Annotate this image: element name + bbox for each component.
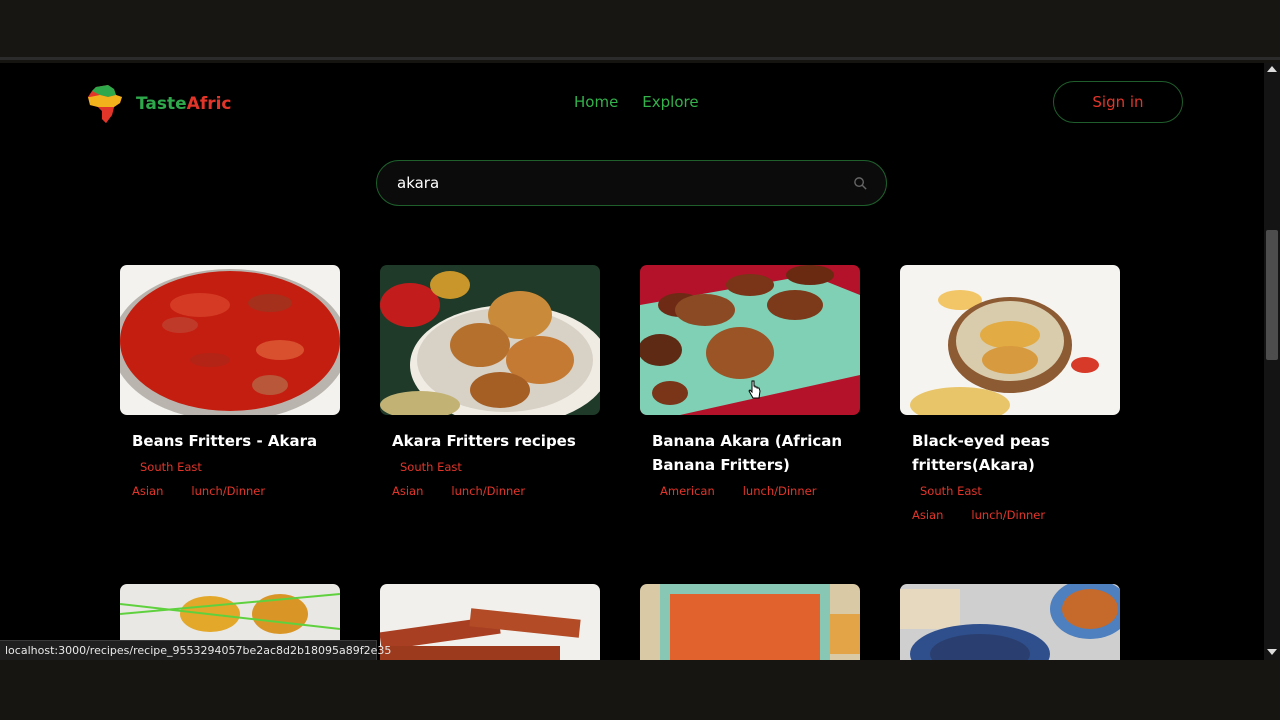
- recipe-card[interactable]: [380, 584, 600, 660]
- main-nav: Home Explore: [574, 93, 699, 111]
- recipe-tags: South East Asian lunch/Dinner: [380, 459, 600, 500]
- scroll-thumb[interactable]: [1266, 230, 1278, 360]
- search-icon[interactable]: [853, 176, 868, 191]
- recipe-cuisine-tag: Asian: [912, 508, 944, 522]
- recipe-region-tag: South East: [400, 460, 462, 474]
- recipe-image[interactable]: [900, 265, 1120, 415]
- recipe-card[interactable]: [900, 584, 1120, 660]
- recipe-region-tag: South East: [920, 484, 982, 498]
- recipe-image[interactable]: [120, 265, 340, 415]
- recipe-image[interactable]: [380, 265, 600, 415]
- recipe-title[interactable]: Akara Fritters recipes: [380, 429, 600, 453]
- window-top-frame: [0, 0, 1280, 60]
- brand-name-part2: Afric: [186, 94, 232, 114]
- recipe-tags: American lunch/Dinner: [640, 483, 860, 500]
- recipe-cuisine-tag: Asian: [392, 484, 424, 498]
- browser-viewport: TasteAfric Home Explore Sign in akara Be…: [0, 63, 1264, 660]
- search-input[interactable]: [397, 174, 837, 192]
- recipe-title[interactable]: Beans Fritters - Akara: [120, 429, 340, 453]
- recipe-card[interactable]: Beans Fritters - Akara South East Asian …: [120, 265, 340, 507]
- recipe-image[interactable]: [900, 584, 1120, 660]
- recipe-card[interactable]: [640, 584, 860, 660]
- recipe-meal-tag: lunch/Dinner: [451, 484, 526, 498]
- recipe-region-tag: South East: [140, 460, 202, 474]
- recipe-card[interactable]: Akara Fritters recipes South East Asian …: [380, 265, 600, 507]
- recipe-cuisine-tag: American: [660, 484, 715, 498]
- recipe-meal-tag: lunch/Dinner: [191, 484, 266, 498]
- recipe-meal-tag: lunch/Dinner: [742, 484, 817, 498]
- brand-name-part1: Taste: [136, 94, 187, 114]
- recipe-cuisine-tag: Asian: [132, 484, 164, 498]
- recipe-image[interactable]: [640, 584, 860, 660]
- nav-explore-link[interactable]: Explore: [642, 93, 698, 111]
- recipe-tags: South East Asian lunch/Dinner: [120, 459, 340, 500]
- recipe-tags: South East Asian lunch/Dinner: [900, 483, 1120, 524]
- search-bar: [376, 160, 887, 206]
- nav-home-link[interactable]: Home: [574, 93, 618, 111]
- africa-map-icon: [88, 85, 122, 123]
- recipe-card[interactable]: Black-eyed peas fritters(Akara) South Ea…: [900, 265, 1120, 531]
- brand-name: TasteAfric: [136, 94, 232, 114]
- link-status-bar: localhost:3000/recipes/recipe_9553294057…: [0, 640, 391, 661]
- scroll-down-icon[interactable]: [1267, 649, 1277, 655]
- window-bottom-frame: [0, 660, 1280, 720]
- recipe-title[interactable]: Black-eyed peas fritters(Akara): [900, 429, 1120, 477]
- pointer-cursor-icon: [748, 380, 761, 399]
- brand-logo[interactable]: TasteAfric: [86, 83, 232, 125]
- sign-in-button[interactable]: Sign in: [1053, 81, 1183, 123]
- scroll-up-icon[interactable]: [1267, 66, 1277, 72]
- recipe-image[interactable]: [380, 584, 600, 660]
- recipe-title[interactable]: Banana Akara (African Banana Fritters): [640, 429, 860, 477]
- recipe-meal-tag: lunch/Dinner: [971, 508, 1046, 522]
- page-scrollbar[interactable]: [1264, 63, 1280, 660]
